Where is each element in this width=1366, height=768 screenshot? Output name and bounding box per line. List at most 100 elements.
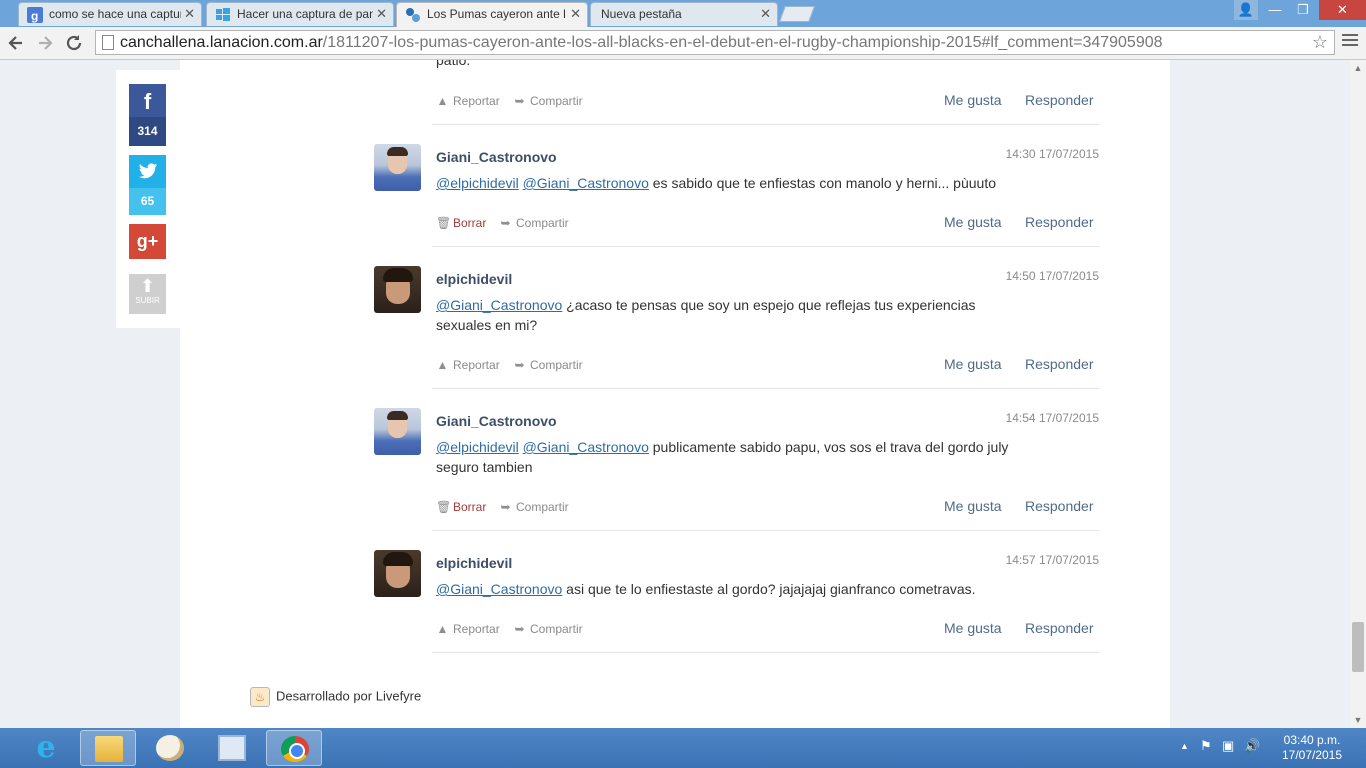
reply-link[interactable]: Responder (1025, 214, 1094, 230)
forward-button[interactable] (34, 32, 56, 54)
subir-label: SUBIR (135, 296, 160, 305)
reply-link[interactable]: Responder (1025, 92, 1094, 108)
mention-link[interactable]: @Giani_Castronovo (436, 581, 562, 597)
clock-time: 03:40 p.m. (1283, 733, 1341, 747)
like-link[interactable]: Me gusta (944, 214, 1002, 230)
delete-link[interactable]: 🗑 Borrar (436, 216, 486, 230)
scrollbar-thumb[interactable] (1352, 622, 1364, 672)
reply-link[interactable]: Responder (1025, 498, 1094, 514)
reload-button[interactable] (63, 32, 85, 54)
scroll-up-arrow-icon[interactable]: ▲ (1350, 60, 1366, 76)
delete-link[interactable]: 🗑 Borrar (436, 500, 486, 514)
mention-link[interactable]: @Giani_Castronovo (436, 297, 562, 313)
tab-google-search[interactable]: g como se hace una captura ✕ (18, 2, 202, 26)
profile-icon[interactable]: 👤 (1234, 0, 1258, 20)
twitter-share-button[interactable]: 65 (129, 155, 166, 215)
taskbar-internet-explorer[interactable]: e (18, 730, 74, 766)
avatar[interactable] (374, 144, 421, 191)
folder-icon (95, 736, 123, 762)
minimize-button[interactable]: — (1262, 0, 1288, 20)
scroll-top-button[interactable]: ⬆ SUBIR (129, 274, 166, 314)
livefyre-credit[interactable]: ♨ Desarrollado por Livefyre (250, 687, 421, 707)
network-icon[interactable]: ▣ (1222, 738, 1234, 754)
share-label: Compartir (530, 622, 583, 636)
share-link[interactable]: ➥ Compartir (513, 94, 582, 108)
share-link[interactable]: ➥ Compartir (499, 500, 568, 514)
back-button[interactable] (5, 32, 27, 54)
share-icon: ➥ (514, 622, 525, 636)
tab-los-pumas[interactable]: Los Pumas cayeron ante l ✕ (396, 2, 588, 27)
system-clock[interactable]: 03:40 p.m. 17/07/2015 (1276, 733, 1348, 763)
like-link[interactable]: Me gusta (944, 620, 1002, 636)
arrow-left-icon (8, 36, 22, 50)
comment-divider (432, 652, 1100, 653)
new-tab-button[interactable] (779, 6, 815, 22)
facebook-share-button[interactable]: f 314 (129, 84, 166, 146)
reply-link[interactable]: Responder (1025, 356, 1094, 372)
mention-link[interactable]: @Giani_Castronovo (523, 439, 649, 455)
share-link[interactable]: ➥ Compartir (513, 622, 583, 636)
tab-new[interactable]: Nueva pestaña ✕ (590, 2, 778, 26)
tab-label: Nueva pestaña (601, 7, 682, 21)
windows-taskbar: e ▲ ⚑ ▣ 🔊 03:40 p.m. 17/07/2015 (0, 728, 1366, 768)
taskbar-remote-desktop[interactable] (204, 730, 260, 766)
comment-body: @Giani_Castronovo ¿acaso te pensas que s… (436, 295, 1026, 335)
tab-windows-help[interactable]: Hacer una captura de pan ✕ (206, 2, 394, 26)
close-icon[interactable]: ✕ (376, 6, 387, 22)
vertical-scrollbar[interactable]: ▲ ▼ (1350, 60, 1366, 728)
tray-expand-icon[interactable]: ▲ (1180, 741, 1189, 751)
share-link[interactable]: ➥ Compartir (513, 358, 582, 372)
chrome-menu-button[interactable] (1342, 34, 1358, 49)
avatar[interactable] (374, 408, 421, 455)
comment-author[interactable]: Giani_Castronovo (436, 413, 557, 429)
scroll-down-arrow-icon[interactable]: ▼ (1350, 712, 1366, 728)
mention-link[interactable]: @elpichidevil (436, 175, 519, 191)
maximize-button[interactable]: ❐ (1290, 0, 1316, 20)
report-link[interactable]: ▲ Reportar (436, 358, 500, 372)
like-link[interactable]: Me gusta (944, 498, 1002, 514)
lanacion-icon (405, 7, 421, 23)
share-link[interactable]: ➥ Compartir (499, 216, 568, 230)
comment: elpichidevil 14:50 17/07/2015 @Giani_Cas… (374, 266, 1102, 406)
flame-icon: ♨ (250, 687, 270, 707)
comment-divider (432, 388, 1100, 389)
facebook-icon: f (143, 89, 152, 114)
comment-time: 14:50 17/07/2015 (1005, 269, 1099, 283)
mention-link[interactable]: @elpichidevil (436, 439, 519, 455)
comment-author[interactable]: elpichidevil (436, 271, 512, 287)
reply-link[interactable]: Responder (1025, 620, 1094, 636)
comment-author[interactable]: Giani_Castronovo (436, 149, 557, 165)
share-icon: ➥ (514, 358, 525, 372)
close-window-button[interactable]: ✕ (1319, 0, 1366, 20)
like-link[interactable]: Me gusta (944, 92, 1002, 108)
mention-link[interactable]: @Giani_Castronovo (523, 175, 649, 191)
comment-actions: ▲ Reportar ➥ Compartir Me gusta Responder (436, 90, 1102, 114)
avatar[interactable] (374, 266, 421, 313)
report-link[interactable]: ▲ Reportar (436, 622, 500, 636)
url-path: /1811207-los-pumas-cayeron-ante-los-all-… (322, 34, 1163, 51)
google-plus-share-button[interactable]: g+ (129, 224, 166, 259)
share-icon: ➥ (500, 500, 511, 514)
avatar[interactable] (374, 550, 421, 597)
address-bar[interactable]: canchallena.lanacion.com.ar/1811207-los-… (95, 30, 1335, 55)
volume-icon[interactable]: 🔊 (1244, 738, 1260, 754)
taskbar-chrome[interactable] (266, 730, 322, 766)
close-icon[interactable]: ✕ (570, 6, 581, 22)
trash-icon: 🗑 (436, 216, 452, 230)
url-text: canchallena.lanacion.com.ar/1811207-los-… (120, 34, 1163, 52)
comment-text: es sabido que te enfiestas con manolo y … (648, 175, 996, 191)
comment-author[interactable]: elpichidevil (436, 555, 512, 571)
twitter-icon (129, 155, 166, 188)
previous-comment-text: patio. (436, 60, 471, 68)
system-tray: ▲ ⚑ ▣ 🔊 (1176, 738, 1266, 758)
close-icon[interactable]: ✕ (184, 6, 195, 22)
taskbar-paint[interactable] (142, 730, 198, 766)
comment-actions: 🗑 Borrar ➥ Compartir Me gusta Responder (436, 212, 1102, 236)
close-icon[interactable]: ✕ (760, 6, 771, 22)
report-link[interactable]: ▲ Reportar (436, 94, 500, 108)
warning-icon: ▲ (436, 94, 449, 108)
flag-icon[interactable]: ⚑ (1200, 738, 1212, 754)
taskbar-file-explorer[interactable] (80, 730, 136, 766)
like-link[interactable]: Me gusta (944, 356, 1002, 372)
bookmark-star-icon[interactable]: ☆ (1312, 32, 1328, 53)
